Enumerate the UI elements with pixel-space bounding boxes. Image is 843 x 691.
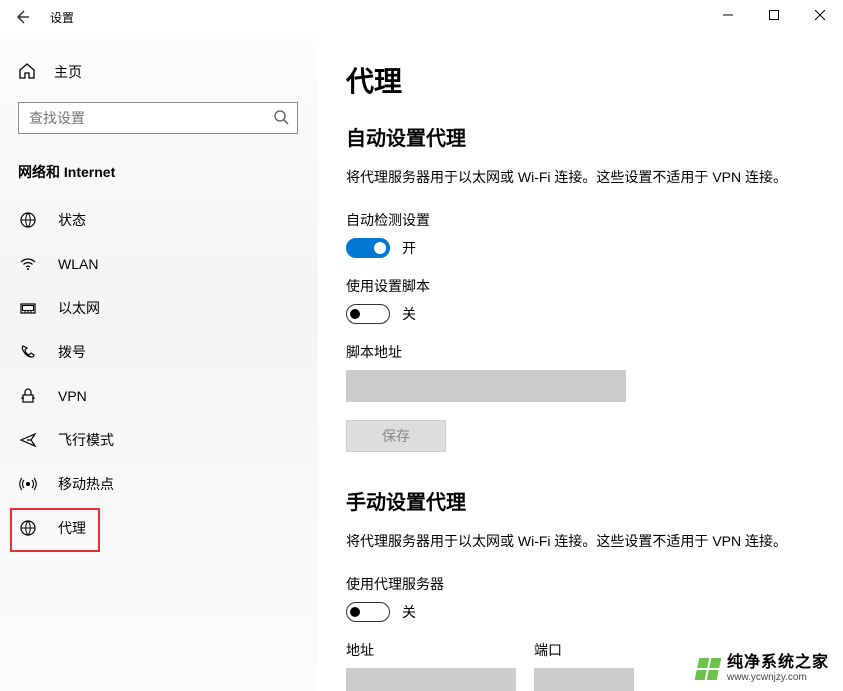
content-pane: 代理 自动设置代理 将代理服务器用于以太网或 Wi-Fi 连接。这些设置不适用于… [318,34,843,691]
wifi-icon [18,255,38,273]
dialup-icon [18,343,38,361]
minimize-button[interactable] [705,0,751,30]
use-script-label: 使用设置脚本 [346,276,815,296]
sidebar-item-label: WLAN [58,256,98,272]
home-link[interactable]: 主页 [0,52,318,92]
use-proxy-label: 使用代理服务器 [346,574,815,594]
auto-detect-toggle[interactable] [346,238,390,258]
window-controls [705,0,843,30]
port-input[interactable] [534,668,634,691]
hotspot-icon [18,475,38,493]
use-script-state: 关 [402,304,416,324]
address-input[interactable] [346,668,516,691]
script-url-label: 脚本地址 [346,342,815,362]
back-button[interactable] [0,0,44,34]
auto-detect-state: 开 [402,238,416,258]
ethernet-icon [18,299,38,317]
sidebar-item-airplane[interactable]: 飞行模式 [0,418,318,462]
watermark-name: 纯净系统之家 [727,654,829,672]
use-proxy-toggle[interactable] [346,602,390,622]
script-url-input[interactable] [346,370,626,402]
sidebar-item-dialup[interactable]: 拨号 [0,330,318,374]
search-box[interactable] [18,102,298,134]
search-icon [273,109,289,128]
use-proxy-state: 关 [402,602,416,622]
sidebar-item-proxy[interactable]: 代理 [0,506,318,550]
auto-detect-label: 自动检测设置 [346,210,815,230]
sidebar-item-wlan[interactable]: WLAN [0,242,318,286]
home-label: 主页 [54,62,82,82]
minimize-icon [723,10,733,20]
airplane-icon [18,431,38,449]
address-label: 地址 [346,640,516,660]
port-label: 端口 [534,640,634,660]
watermark-url: www.ycwnjzy.com [727,672,829,683]
sidebar-item-label: 移动热点 [58,474,114,494]
watermark: 纯净系统之家 www.ycwnjzy.com [697,654,829,683]
home-icon [18,62,36,83]
sidebar-item-ethernet[interactable]: 以太网 [0,286,318,330]
sidebar-item-label: 飞行模式 [58,430,114,450]
sidebar-item-label: 状态 [58,210,86,230]
save-button[interactable]: 保存 [346,420,446,452]
save-button-label: 保存 [382,426,410,446]
sidebar-item-status[interactable]: 状态 [0,198,318,242]
watermark-logo-icon [695,658,722,680]
sidebar: 主页 网络和 Internet 状态 WLAN [0,34,318,691]
sidebar-item-hotspot[interactable]: 移动热点 [0,462,318,506]
vpn-icon [18,387,38,405]
manual-proxy-description: 将代理服务器用于以太网或 Wi-Fi 连接。这些设置不适用于 VPN 连接。 [346,531,815,552]
title-bar: 设置 [0,0,843,34]
manual-proxy-heading: 手动设置代理 [346,486,815,515]
maximize-button[interactable] [751,0,797,30]
app-title: 设置 [50,9,74,26]
auto-proxy-description: 将代理服务器用于以太网或 Wi-Fi 连接。这些设置不适用于 VPN 连接。 [346,167,815,188]
search-input[interactable] [27,109,273,127]
use-script-toggle[interactable] [346,304,390,324]
close-icon [815,10,825,20]
auto-proxy-heading: 自动设置代理 [346,122,815,151]
proxy-icon [18,519,38,537]
sidebar-item-label: 以太网 [58,298,100,318]
maximize-icon [769,10,779,20]
arrow-left-icon [14,9,30,25]
sidebar-item-vpn[interactable]: VPN [0,374,318,418]
status-icon [18,211,38,229]
sidebar-item-label: VPN [58,388,87,404]
sidebar-section-title: 网络和 Internet [18,162,318,182]
sidebar-item-label: 拨号 [58,342,86,362]
page-title: 代理 [346,60,815,100]
close-button[interactable] [797,0,843,30]
sidebar-item-label: 代理 [58,518,86,538]
